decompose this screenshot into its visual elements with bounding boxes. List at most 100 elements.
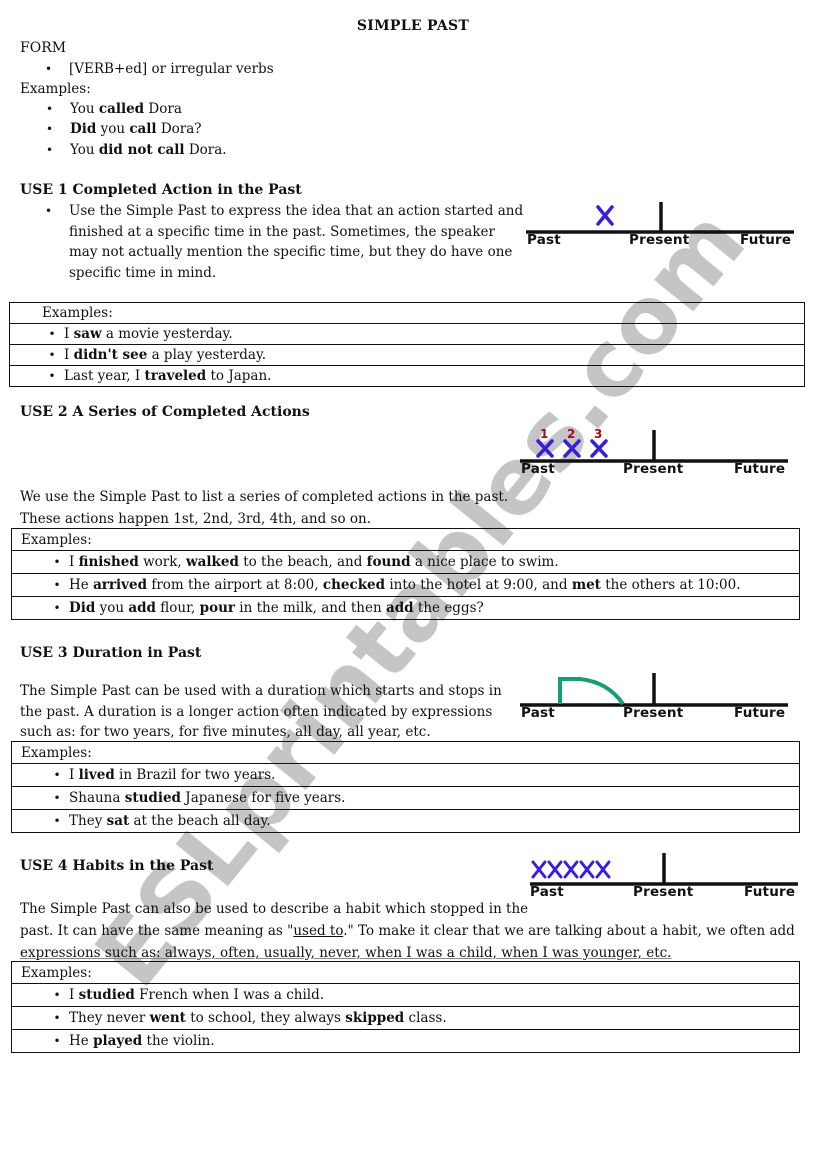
table-row: • I didn't see a play yesterday. [9, 344, 805, 366]
sequence-number: 2 [567, 427, 575, 441]
text-run: used to [293, 923, 344, 939]
text-run: the others at 10:00. [600, 577, 741, 593]
bold-verb: arrived [93, 577, 148, 593]
x-marker-icon [579, 860, 595, 879]
text-run: Last year, I [64, 368, 145, 384]
text-run: work, [138, 554, 187, 570]
text-run: ." To make it clear that we are talking … [343, 923, 795, 939]
text-run: flour, [155, 600, 200, 616]
text-run: He [69, 577, 94, 593]
sequence-number: 3 [594, 427, 602, 441]
timeline-use3: Past Present Future [520, 672, 790, 724]
use2-heading: USE 2 A Series of Completed Actions [20, 404, 310, 420]
text-run: Shauna [69, 790, 125, 806]
bold-verb: studied [78, 987, 135, 1003]
use4-examples-table: Examples: • I studied French when I was a… [11, 961, 800, 1053]
use4-heading: USE 4 Habits in the Past [20, 858, 214, 874]
text-run: you [95, 600, 129, 616]
bold-verb: played [93, 1033, 143, 1049]
text-run: I [69, 554, 79, 570]
page-title: SIMPLE PAST [356, 18, 470, 34]
text-run: in Brazil for two years. [114, 767, 276, 783]
bold-verb: checked [322, 577, 386, 593]
text-run: the violin. [142, 1033, 215, 1049]
label-future: Future [734, 705, 786, 721]
bold-verb: studied [124, 790, 181, 806]
label-present: Present [629, 232, 690, 248]
use1-heading: USE 1 Completed Action in the Past [20, 182, 302, 198]
bold-verb: finished [78, 554, 139, 570]
text-run: You [70, 101, 99, 117]
bold-verb: walked [186, 554, 239, 570]
label-past: Past [521, 705, 555, 721]
example-text: He arrived from the airport at 8:00, che… [69, 577, 740, 593]
table-row: • I finished work, walked to the beach, a… [11, 550, 800, 574]
description-line: past. It can have the same meaning as "u… [20, 920, 795, 942]
text-run: Dora? [156, 121, 202, 137]
table-row: • They never went to school, they always … [11, 1006, 800, 1030]
x-marker-icon [596, 205, 614, 226]
text-run: to Japan. [206, 368, 272, 384]
form-heading: FORM [20, 40, 67, 56]
text-run: I [69, 767, 79, 783]
timeline-use4: Past Present Future [530, 852, 800, 904]
description-line: We use the Simple Past to list a series … [20, 489, 509, 505]
use1-description: Use the Simple Past to express the idea … [45, 201, 524, 283]
table-row: • Did you add flour, pour in the milk, an… [11, 596, 800, 620]
table-header-row: Examples: [9, 302, 805, 324]
label-past: Past [527, 232, 561, 248]
text-run: to school, they always [185, 1010, 346, 1026]
bold-verb: add [128, 600, 156, 616]
bold-verb: sat [106, 813, 130, 829]
use3-description: The Simple Past can be used with a durat… [20, 681, 502, 743]
text-run: I [69, 987, 79, 1003]
example-text: He played the violin. [69, 1033, 215, 1049]
label-present: Present [623, 705, 684, 721]
text-run: You [70, 142, 99, 158]
habit-marks [531, 860, 611, 879]
table-row: • He arrived from the airport at 8:00, ch… [11, 573, 800, 597]
description-line: specific time in mind. [69, 264, 217, 281]
x-marker-icon [531, 860, 547, 879]
duration-arc-icon [558, 677, 625, 706]
table-row: • He played the violin. [11, 1029, 800, 1053]
text-run: at the beach all day. [129, 813, 271, 829]
example-text: They sat at the beach all day. [69, 813, 271, 829]
x-marker-icon [563, 439, 581, 458]
table-header-row: Examples: [11, 741, 800, 764]
sequence-number: 1 [540, 427, 548, 441]
text-run: They never [69, 1010, 150, 1026]
label-past: Past [521, 461, 555, 477]
examples-label: Examples: [9, 302, 805, 324]
description-line: may not actually mention the specific ti… [69, 244, 513, 260]
description-line: These actions happen 1st, 2nd, 3rd, 4th,… [20, 511, 372, 527]
use1-examples-table: Examples: • I saw a movie yesterday. • I d… [9, 302, 805, 387]
description-line: Use the Simple Past to express the idea … [69, 203, 524, 219]
example-text: I finished work, walked to the beach, an… [69, 554, 559, 570]
x-marker-icon [590, 439, 608, 458]
bold-verb: went [149, 1010, 186, 1026]
label-present: Present [623, 461, 684, 477]
use2-description: We use the Simple Past to list a series … [20, 486, 508, 530]
text-run: Japanese for five years. [180, 790, 346, 806]
form-rule: [VERB+ed] or irregular verbs [45, 59, 274, 79]
example-text: I lived in Brazil for two years. [69, 767, 275, 783]
bold-verb: found [366, 554, 411, 570]
example-text: Shauna studied Japanese for five years. [69, 790, 345, 806]
use4-description: The Simple Past can also be used to desc… [20, 898, 795, 964]
timeline-use1: Past Present Future [526, 200, 796, 252]
text-run: I [64, 326, 74, 342]
bold-verb: traveled [144, 368, 207, 384]
text-run: a play yesterday. [147, 347, 267, 363]
example-text: Did you add flour, pour in the milk, and… [69, 600, 484, 616]
text-run: into the hotel at 9:00, and [385, 577, 572, 593]
example-text: They never went to school, they always s… [69, 1010, 447, 1026]
text-run: past. It can have the same meaning as " [20, 923, 294, 939]
text-run: Dora [144, 101, 182, 117]
text-run: from the airport at 8:00, [147, 577, 323, 593]
example-text: I studied French when I was a child. [69, 987, 324, 1003]
x-marker-icon [547, 860, 563, 879]
form-example: Did you call Dora? [46, 119, 202, 139]
text-run: expressions such as: always, often, usua… [20, 945, 672, 961]
text-run: The Simple Past can also be used to desc… [20, 901, 529, 917]
